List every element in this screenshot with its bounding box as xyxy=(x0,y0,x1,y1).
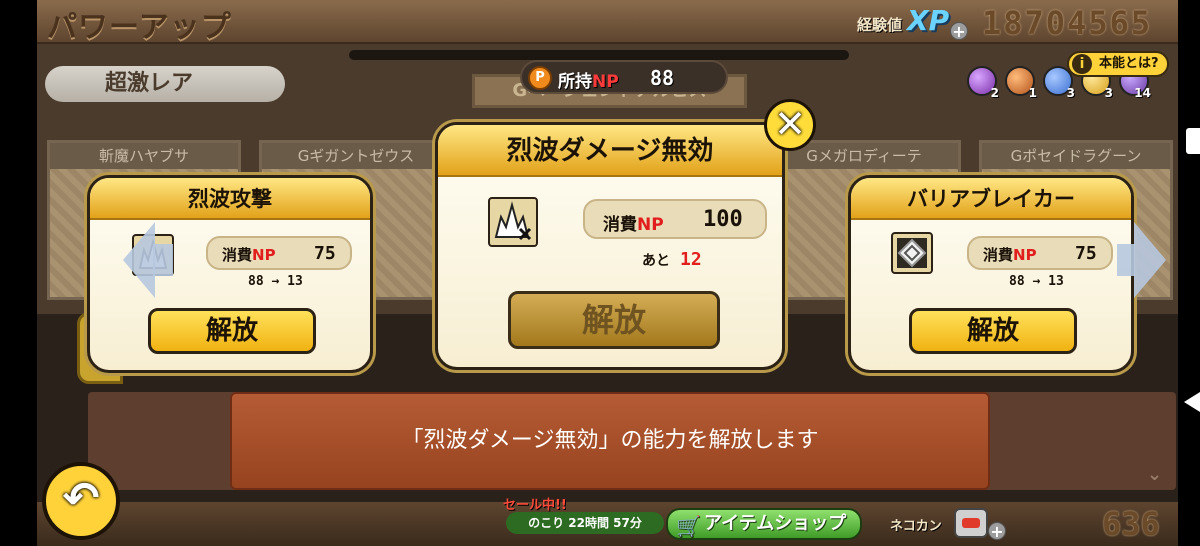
background-scrollbar xyxy=(349,50,849,60)
remaining-np: あと 12 xyxy=(642,249,702,270)
cost-label: 消費NP xyxy=(222,246,276,264)
unlock-button-disabled[interactable]: 解放 xyxy=(508,291,720,349)
shop-label: アイテムショップ xyxy=(704,513,847,534)
help-label: 本能とは? xyxy=(1099,56,1159,71)
xp-value: 18704565 xyxy=(982,4,1153,42)
talent-help-button[interactable]: i 本能とは? xyxy=(1067,51,1169,77)
unit-name: Gポセイドラグーン xyxy=(982,143,1170,169)
remaining-value: 12 xyxy=(680,249,702,270)
ability-title: 烈波攻撃 xyxy=(90,178,370,220)
level-change: 88 → 13 xyxy=(1009,274,1064,289)
cost-pill: 消費NP 75 xyxy=(967,236,1113,270)
next-arrow-tail xyxy=(1117,244,1135,276)
unit-name: Gギガントゼウス xyxy=(262,143,450,169)
previous-arrow-icon[interactable] xyxy=(123,222,155,298)
unlock-button[interactable]: 解放 xyxy=(148,308,316,354)
message-box: 「烈波ダメージ無効」の能力を解放します xyxy=(230,392,990,490)
cost-value: 75 xyxy=(314,243,336,264)
cost-pill: 消費NP 75 xyxy=(206,236,352,270)
add-catfood-button[interactable]: + xyxy=(988,522,1006,541)
cost-value: 100 xyxy=(703,207,743,232)
xp-label: 経験値 xyxy=(857,16,903,34)
level-change: 88 → 13 xyxy=(248,274,303,289)
next-arrow-icon[interactable] xyxy=(1134,222,1166,298)
header-bar: パワーアップ 経験値 XP + 18704565 xyxy=(37,0,1178,45)
cost-pill: 消費NP 100 xyxy=(583,199,767,239)
sale-label: セール中!! xyxy=(503,498,567,513)
catfood-can-icon xyxy=(954,508,988,538)
info-icon: i xyxy=(1072,54,1092,74)
ability-card-center[interactable]: 烈波ダメージ無効 消費NP 100 あと 12 解放 xyxy=(435,122,785,370)
unit-name: 斬魔ハヤブサ xyxy=(50,143,238,169)
cost-label: 消費NP xyxy=(603,215,664,235)
item-shop-button[interactable]: 🛒 アイテムショップ xyxy=(666,508,862,540)
orb-count: 14 xyxy=(1134,86,1151,100)
np-value: 88 xyxy=(650,66,675,90)
xp-icon: XP xyxy=(907,4,950,37)
chevron-down-icon[interactable]: ⌄ xyxy=(1147,464,1162,485)
catfood-value: 636 xyxy=(1102,505,1160,543)
cost-label: 消費NP xyxy=(983,246,1037,264)
orb-count: 2 xyxy=(990,86,999,100)
orb-icon[interactable]: 2 xyxy=(967,66,999,100)
back-arrow-icon[interactable]: ↶ xyxy=(42,462,120,540)
screen-edge xyxy=(1178,0,1200,546)
orb-count: 3 xyxy=(1104,86,1113,100)
previous-arrow-tail xyxy=(153,244,173,276)
edge-handle-top[interactable] xyxy=(1186,128,1200,154)
sale-timer: のこり 22時間 57分 xyxy=(506,512,664,534)
cart-icon: 🛒 xyxy=(676,514,701,538)
edge-handle-arrow-icon[interactable] xyxy=(1184,392,1200,412)
barrier-breaker-icon xyxy=(891,232,933,274)
ability-card-right[interactable]: バリアブレイカー 消費NP 75 88 → 13 解放 xyxy=(848,175,1134,373)
ability-title: バリアブレイカー xyxy=(851,178,1131,220)
ability-title: 烈波ダメージ無効 xyxy=(438,125,782,177)
rarity-tab[interactable]: 超激レア xyxy=(45,66,285,102)
orb-count: 3 xyxy=(1066,86,1075,100)
np-coin-icon: P xyxy=(528,66,552,90)
orb-count: 1 xyxy=(1028,86,1037,100)
close-icon[interactable]: ✕ xyxy=(764,99,816,151)
game-screen: パワーアップ 経験値 XP + 18704565 超激レア Gベージェントアルビ… xyxy=(37,0,1178,546)
wave-immune-icon xyxy=(488,197,538,247)
orb-icon[interactable]: 1 xyxy=(1005,66,1037,100)
page-title: パワーアップ xyxy=(47,10,232,45)
cost-value: 75 xyxy=(1075,243,1097,264)
np-label: 所持NP xyxy=(558,72,619,92)
np-balance: P 所持NP 88 xyxy=(520,60,728,94)
add-xp-button[interactable]: + xyxy=(950,22,968,41)
catfood-label: ネコカン xyxy=(890,519,942,534)
unlock-button[interactable]: 解放 xyxy=(909,308,1077,354)
